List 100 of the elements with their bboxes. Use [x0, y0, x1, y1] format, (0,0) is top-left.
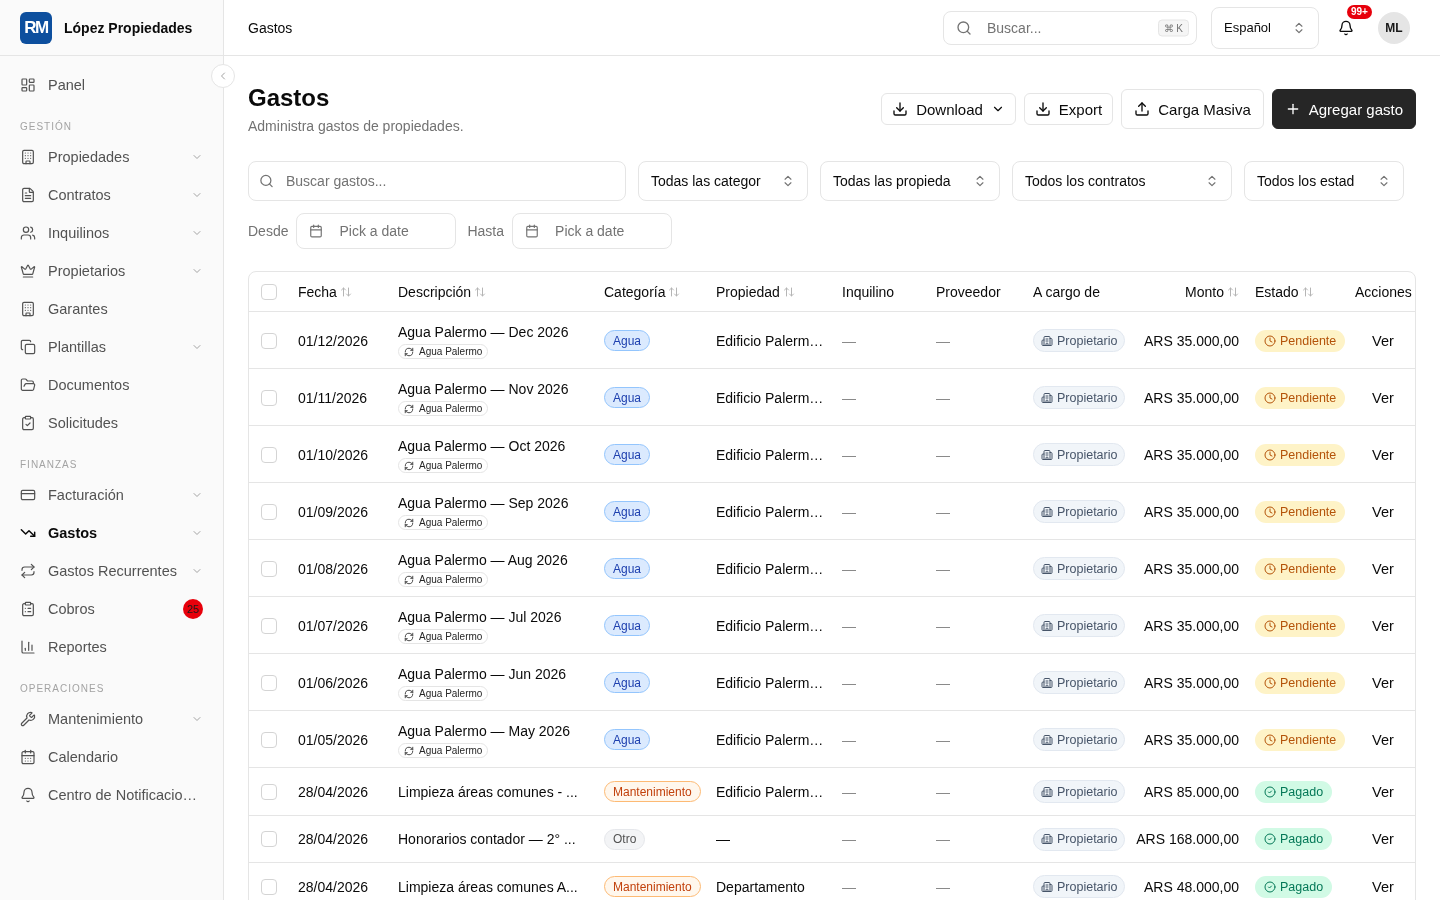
filter-select[interactable]: Todas las propieda [820, 161, 1000, 201]
row-checkbox[interactable] [261, 332, 277, 349]
column-header[interactable]: Estado [1255, 284, 1314, 300]
row-checkbox[interactable] [261, 560, 277, 577]
column-header: Acciones [1355, 284, 1412, 300]
select-all-checkbox[interactable] [261, 284, 277, 300]
category-tag: Agua [604, 558, 651, 579]
view-link[interactable]: Ver [1372, 674, 1394, 691]
clock-icon [1264, 733, 1276, 746]
filter-select[interactable]: Todos los contratos [1012, 161, 1232, 201]
sidebar-item[interactable]: Cobros 25 [12, 590, 211, 628]
action-button[interactable]: Download [881, 93, 1016, 125]
row-checkbox[interactable] [261, 503, 277, 520]
sidebar-item[interactable]: Inquilinos [12, 214, 211, 252]
sidebar-item[interactable]: Facturación [12, 476, 211, 514]
status-tag: Pendiente [1255, 386, 1346, 409]
sidebar-item[interactable]: Gastos [12, 514, 211, 552]
date-label: Desde [248, 223, 289, 239]
language-select[interactable]: Español [1211, 6, 1319, 49]
notifications-icon[interactable] [1338, 19, 1354, 36]
table-cell-text: — [842, 673, 856, 693]
action-button[interactable]: Agregar gasto [1271, 89, 1416, 129]
action-button[interactable]: Export [1023, 93, 1114, 125]
filter-select[interactable]: Todas las categor [638, 161, 808, 201]
date-picker-button[interactable]: Pick a date [512, 213, 673, 249]
column-header[interactable]: Categoría [604, 284, 681, 300]
column-header[interactable]: Fecha [298, 284, 352, 300]
row-checkbox[interactable] [261, 674, 277, 691]
sidebar-item[interactable]: Calendario [12, 738, 211, 776]
sort-icon [474, 286, 487, 298]
row-checkbox[interactable] [261, 878, 277, 895]
clock-icon [1264, 448, 1276, 461]
sidebar-item[interactable]: Propiedades [12, 138, 211, 176]
payer-tag: Propietario [1033, 386, 1126, 409]
row-checkbox[interactable] [261, 783, 277, 800]
row-checkbox[interactable] [261, 389, 277, 406]
building-icon [1041, 505, 1053, 518]
expense-description: Agua Palermo — Sep 2026 [398, 494, 569, 513]
column-header[interactable]: Monto [1185, 284, 1239, 300]
clipboard-list-icon [20, 601, 36, 617]
collapse-button[interactable] [211, 64, 235, 88]
table-cell-text: — [842, 559, 856, 579]
expense-description: Agua Palermo — Oct 2026 [398, 437, 566, 456]
table-cell-text: 01/09/2026 [298, 502, 369, 522]
refresh-icon [404, 346, 414, 357]
view-link[interactable]: Ver [1372, 878, 1394, 895]
view-link[interactable]: Ver [1372, 617, 1394, 634]
row-checkbox[interactable] [261, 446, 277, 463]
view-link[interactable]: Ver [1372, 560, 1394, 577]
building-icon [1041, 785, 1053, 798]
payer-tag: Propietario [1033, 671, 1126, 694]
sidebar-item[interactable]: Plantillas [12, 328, 211, 366]
category-tag: Agua [604, 615, 651, 636]
expense-description: Agua Palermo — Jun 2026 [398, 665, 567, 684]
view-link[interactable]: Ver [1372, 332, 1394, 349]
row-checkbox[interactable] [261, 731, 277, 748]
table-cell-text: 01/08/2026 [298, 559, 369, 579]
row-checkbox[interactable] [261, 831, 277, 848]
action-button[interactable]: Carga Masiva [1121, 89, 1264, 129]
sidebar-item[interactable]: Garantes [12, 290, 211, 328]
table-cell-text: 01/12/2026 [298, 331, 369, 351]
table-cell-text: Edificio Palerm… [716, 673, 824, 693]
sidebar-item[interactable]: Reportes [12, 628, 211, 666]
status-tag: Pagado [1255, 828, 1333, 851]
view-link[interactable]: Ver [1372, 503, 1394, 520]
sidebar-item[interactable]: Propietarios [12, 252, 211, 290]
sidebar-item[interactable]: Mantenimiento [12, 700, 211, 738]
column-header[interactable]: Descripción [398, 284, 487, 300]
view-link[interactable]: Ver [1372, 446, 1394, 463]
sidebar-item[interactable]: Gastos Recurrentes [12, 552, 211, 590]
date-picker-button[interactable]: Pick a date [296, 213, 457, 249]
expense-description: Limpieza áreas comunes - ... [398, 782, 578, 802]
sidebar-item[interactable]: Solicitudes [12, 404, 211, 442]
view-link[interactable]: Ver [1372, 831, 1394, 848]
status-tag: Pendiente [1255, 329, 1346, 352]
sidebar-item[interactable]: Panel [12, 66, 211, 104]
row-checkbox[interactable] [261, 617, 277, 634]
table-cell-text: Edificio Palerm… [716, 502, 824, 522]
table-cell-text: — [936, 502, 950, 522]
sidebar-item[interactable]: Documentos [12, 366, 211, 404]
calendar-icon [20, 749, 36, 765]
section-label: FINANZAS [19, 458, 79, 472]
filter-select[interactable]: Todos los estad [1244, 161, 1404, 201]
payer-tag: Propietario [1033, 875, 1126, 899]
search-field[interactable]: Buscar gastos... [248, 161, 626, 201]
folder-icon [20, 377, 36, 393]
user-avatar[interactable]: ML [1378, 11, 1410, 44]
sidebar-item[interactable]: Contratos [12, 176, 211, 214]
view-link[interactable]: Ver [1372, 389, 1394, 406]
sidebar-item[interactable]: Centro de Notificacio… [12, 776, 211, 814]
view-link[interactable]: Ver [1372, 731, 1394, 748]
amount-cell-text: ARS 48.000,00 [1144, 877, 1239, 897]
payer-tag: Propietario [1033, 557, 1126, 580]
clock-icon [1264, 334, 1276, 347]
status-tag: Pagado [1255, 875, 1333, 898]
building-icon [1041, 676, 1053, 689]
clock-icon [1264, 619, 1276, 632]
view-link[interactable]: Ver [1372, 783, 1394, 800]
table-cell-text: — [842, 782, 856, 802]
column-header[interactable]: Propiedad [716, 284, 795, 300]
